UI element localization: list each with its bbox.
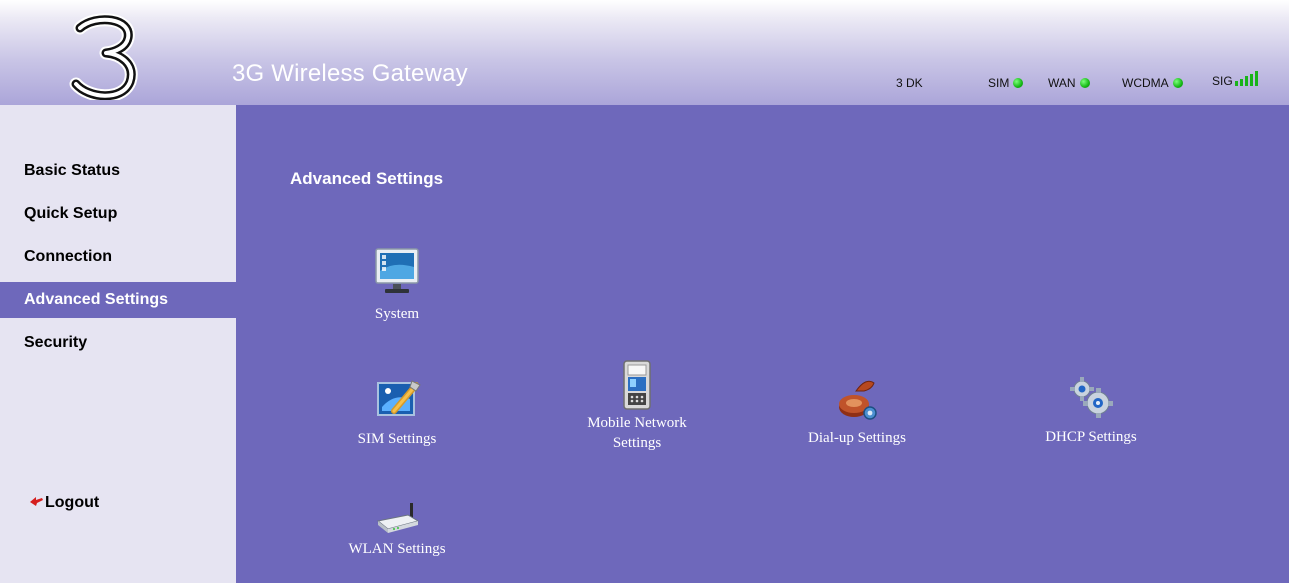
signal-bar xyxy=(1254,71,1258,86)
wlan-settings-label: WLAN Settings xyxy=(348,541,446,557)
dhcp-settings-item[interactable]: DHCP Settings xyxy=(1016,375,1166,447)
sidebar-item-quick-setup[interactable]: Quick Setup xyxy=(0,196,236,232)
wan-status-led-icon xyxy=(1079,78,1090,88)
three-logo-icon xyxy=(69,13,138,100)
wan-indicator: WAN xyxy=(1048,76,1090,90)
wcdma-status-led-icon xyxy=(1172,78,1183,88)
sim-label: SIM xyxy=(988,76,1010,90)
dialup-settings-label: Dial-up Settings xyxy=(808,430,906,446)
sim-settings-label: SIM Settings xyxy=(357,431,437,447)
sidebar-item-connection[interactable]: Connection xyxy=(0,239,236,275)
wcdma-indicator: WCDMA xyxy=(1122,76,1183,90)
logout-link[interactable]: Logout xyxy=(30,494,99,512)
signal-bar xyxy=(1249,73,1253,86)
dialup-settings-item[interactable]: Dial-up Settings xyxy=(782,373,932,448)
system-item[interactable]: System xyxy=(322,247,472,324)
app-title: 3G Wireless Gateway xyxy=(232,60,468,87)
wan-label: WAN xyxy=(1048,76,1076,90)
system-label: System xyxy=(374,306,420,322)
signal-label: SIG xyxy=(1212,74,1233,88)
page-title: Advanced Settings xyxy=(290,169,444,188)
operator-name: 3 DK xyxy=(896,76,923,90)
signal-bar xyxy=(1239,78,1243,86)
sim-indicator: SIM xyxy=(988,76,1024,90)
logout-label: Logout xyxy=(45,494,100,511)
sim-tools-icon xyxy=(377,380,421,416)
wcdma-label: WCDMA xyxy=(1122,76,1169,90)
wlan-settings-item[interactable]: WLAN Settings xyxy=(322,501,472,559)
sidebar: Basic Status Quick Setup Connection Adva… xyxy=(0,105,236,583)
main-panel: Advanced Settings System SIM Settings Mo… xyxy=(236,105,1289,583)
signal-strength-icon xyxy=(1234,71,1260,86)
signal-bar xyxy=(1244,76,1248,86)
signal-bar xyxy=(1234,81,1238,86)
mobile-network-settings-item[interactable]: Mobile Network Settings xyxy=(562,359,712,453)
router-icon xyxy=(376,503,420,533)
red-arrow-icon xyxy=(30,497,43,506)
dhcp-settings-label: DHCP Settings xyxy=(1045,429,1137,445)
monitor-icon xyxy=(375,248,419,293)
dialup-phone-icon xyxy=(839,380,877,420)
mobile-phone-icon xyxy=(623,360,651,410)
signal-indicator: SIG xyxy=(1212,70,1260,88)
header: 3G Wireless Gateway 3 DK SIM WAN WCDMA S… xyxy=(0,0,1289,105)
sim-status-led-icon xyxy=(1013,78,1024,88)
sim-settings-item[interactable]: SIM Settings xyxy=(322,377,472,449)
sidebar-item-basic-status[interactable]: Basic Status xyxy=(0,153,236,189)
gears-icon xyxy=(1070,377,1113,418)
sidebar-item-security[interactable]: Security xyxy=(0,325,236,361)
mobile-network-settings-label: Mobile Network Settings xyxy=(587,415,687,451)
sidebar-item-advanced-settings[interactable]: Advanced Settings xyxy=(0,282,236,318)
